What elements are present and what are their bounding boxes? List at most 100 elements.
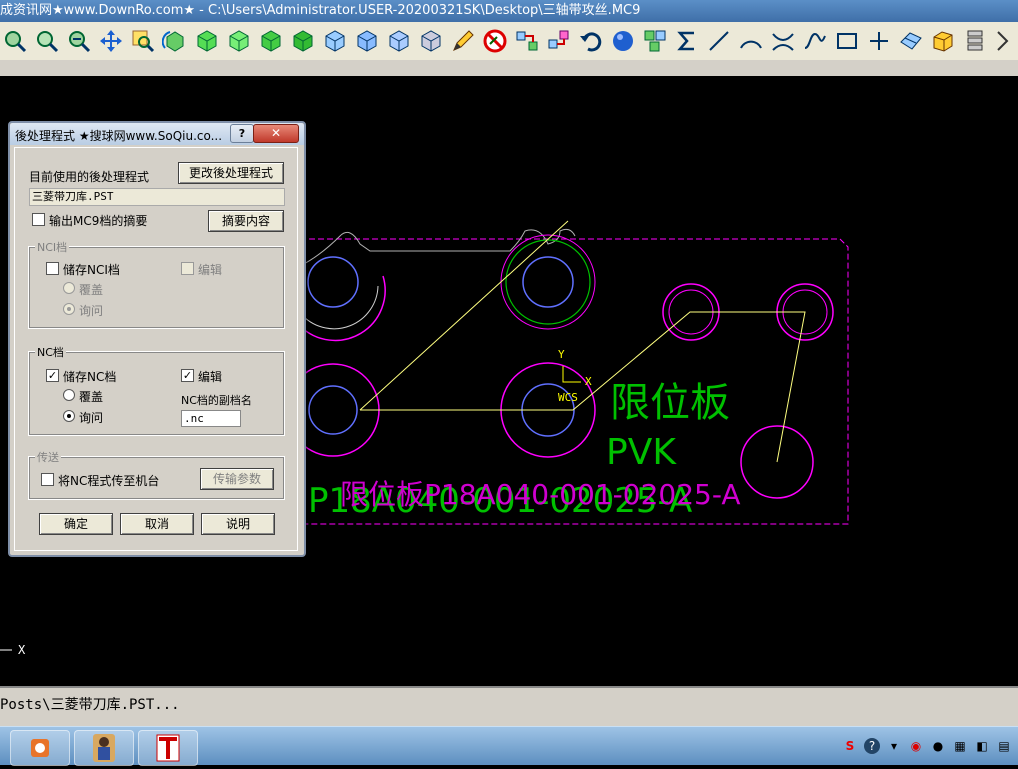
- help-tray-icon[interactable]: ?: [864, 738, 880, 754]
- nc-ext-label: NC档的副档名: [181, 394, 252, 407]
- slot-contour: [299, 228, 576, 267]
- overwrite-nc-radio[interactable]: [63, 389, 75, 401]
- nc-group-label: NC档: [35, 344, 66, 360]
- change-post-button[interactable]: 更改後处理程式: [178, 162, 284, 184]
- help-button[interactable]: 说明: [201, 513, 275, 535]
- qq-icon[interactable]: ●: [930, 738, 946, 754]
- hole-circle: [307, 256, 359, 308]
- system-tray: S ? ▾ ◉ ● ▦ ◧ ▤: [842, 735, 1018, 757]
- cube-2-icon[interactable]: [352, 26, 382, 56]
- surface-icon[interactable]: [896, 26, 926, 56]
- axis-y-label: Y: [558, 348, 565, 361]
- axis-wcs-label: WCS: [558, 391, 578, 404]
- zoom-select-icon[interactable]: [128, 26, 158, 56]
- more-icon[interactable]: [992, 26, 1018, 56]
- edit-nci-checkbox[interactable]: [181, 262, 194, 275]
- taskbar-app-2-icon[interactable]: [74, 730, 134, 766]
- arc-icon[interactable]: [736, 26, 766, 56]
- record-icon[interactable]: ◉: [908, 738, 924, 754]
- arrow-tray-icon[interactable]: ▾: [886, 738, 902, 754]
- dialog-title: 後处理程式 ★搜球网www.SoQiu.co...: [15, 129, 223, 143]
- current-post-label: 目前使用的後处理程式: [29, 170, 150, 184]
- edit-nci-label: 编辑: [198, 263, 223, 277]
- notification-icon[interactable]: ▤: [996, 738, 1012, 754]
- point-icon[interactable]: [864, 26, 894, 56]
- ask-nci-label: 询问: [79, 304, 104, 318]
- hole-circle: [522, 256, 574, 308]
- post-processor-dialog: 後处理程式 ★搜球网www.SoQiu.co... ? ✕ 目前使用的後处理程式…: [8, 121, 306, 557]
- line-icon[interactable]: [704, 26, 734, 56]
- solid-icon[interactable]: [928, 26, 958, 56]
- spline-icon[interactable]: [800, 26, 830, 56]
- post-file-field: 三菱带刀库.PST: [29, 188, 285, 206]
- taskbar: S ? ▾ ◉ ● ▦ ◧ ▤: [0, 726, 1018, 766]
- trim-icon[interactable]: [768, 26, 798, 56]
- zoom-icon[interactable]: [32, 26, 62, 56]
- cube-4-icon[interactable]: [416, 26, 446, 56]
- hole-circle: [308, 385, 358, 435]
- ime-icon[interactable]: S: [842, 738, 858, 754]
- send-to-machine-checkbox[interactable]: [41, 473, 54, 486]
- part-number-text-cn: 限位板P18A040-001-02025-A: [340, 478, 740, 511]
- axis-x-label: X: [585, 375, 592, 388]
- save-nc-checkbox[interactable]: ✓: [46, 369, 59, 382]
- send-group-label: 传送: [35, 449, 61, 465]
- corner-axis-label: X: [18, 643, 26, 657]
- help-icon[interactable]: ?: [230, 124, 254, 143]
- close-icon[interactable]: ✕: [253, 124, 299, 143]
- summary-button[interactable]: 摘要内容: [208, 210, 284, 232]
- cube-1-icon[interactable]: [320, 26, 350, 56]
- ask-nc-radio[interactable]: [63, 410, 75, 422]
- nci-group-label: NCI档: [35, 239, 70, 255]
- part-label-pvk: PVK: [606, 432, 677, 473]
- sigma-icon[interactable]: [672, 26, 702, 56]
- group-icon[interactable]: [640, 26, 670, 56]
- overwrite-nc-label: 覆盖: [79, 390, 104, 404]
- ok-button[interactable]: 确定: [39, 513, 113, 535]
- rotate-icon[interactable]: [160, 26, 190, 56]
- undo-icon[interactable]: [576, 26, 606, 56]
- edit-nc-checkbox[interactable]: ✓: [181, 369, 194, 382]
- output-summary-checkbox[interactable]: [32, 213, 45, 226]
- pan-icon[interactable]: [96, 26, 126, 56]
- output-summary-label: 输出MC9档的摘要: [49, 214, 148, 228]
- view-front-icon[interactable]: [224, 26, 254, 56]
- ask-nci-radio[interactable]: [63, 303, 75, 315]
- view-iso-icon[interactable]: [288, 26, 318, 56]
- main-toolbar: [0, 22, 1018, 60]
- cancel-button[interactable]: 取消: [120, 513, 194, 535]
- move-icon[interactable]: [512, 26, 542, 56]
- unzoom-icon[interactable]: [64, 26, 94, 56]
- network-icon[interactable]: ▦: [952, 738, 968, 754]
- view-top-icon[interactable]: [192, 26, 222, 56]
- overwrite-nci-label: 覆盖: [79, 283, 104, 297]
- save-nci-label: 储存NCI档: [63, 263, 120, 277]
- edit-nc-label: 编辑: [198, 370, 223, 384]
- nc-ext-field[interactable]: .nc: [181, 410, 241, 427]
- save-nci-checkbox[interactable]: [46, 262, 59, 275]
- save-nc-label: 储存NC档: [63, 370, 117, 384]
- window-title: 成资讯网★www.DownRo.com★ - C:\Users\Administ…: [0, 3, 641, 18]
- zoom-window-icon[interactable]: [0, 26, 30, 56]
- sphere-icon[interactable]: [608, 26, 638, 56]
- view-side-icon[interactable]: [256, 26, 286, 56]
- transfer-params-button[interactable]: 传输参数: [200, 468, 274, 490]
- volume-icon[interactable]: ◧: [974, 738, 990, 754]
- dialog-body: 目前使用的後处理程式 更改後处理程式 三菱带刀库.PST 输出MC9档的摘要 摘…: [14, 147, 298, 551]
- window-title-bar: 成资讯网★www.DownRo.com★ - C:\Users\Administ…: [0, 0, 1018, 22]
- overwrite-nci-radio[interactable]: [63, 282, 75, 294]
- taskbar-mastercam-icon[interactable]: [138, 730, 198, 766]
- taskbar-app-1-icon[interactable]: [10, 730, 70, 766]
- ask-nc-label: 询问: [79, 411, 104, 425]
- stack-icon[interactable]: [960, 26, 990, 56]
- rectangle-icon[interactable]: [832, 26, 862, 56]
- cube-3-icon[interactable]: [384, 26, 414, 56]
- send-to-machine-label: 将NC程式传至机台: [58, 474, 160, 488]
- dialog-title-bar: 後处理程式 ★搜球网www.SoQiu.co... ? ✕: [10, 123, 304, 145]
- status-bar: Posts\三菱带刀库.PST...: [0, 686, 1018, 728]
- transform-icon[interactable]: [544, 26, 574, 56]
- edit-pencil-icon[interactable]: [448, 26, 478, 56]
- part-label-cn: 限位板: [610, 380, 730, 426]
- no-entry-icon[interactable]: [480, 26, 510, 56]
- toolbar-separator: [0, 60, 1018, 77]
